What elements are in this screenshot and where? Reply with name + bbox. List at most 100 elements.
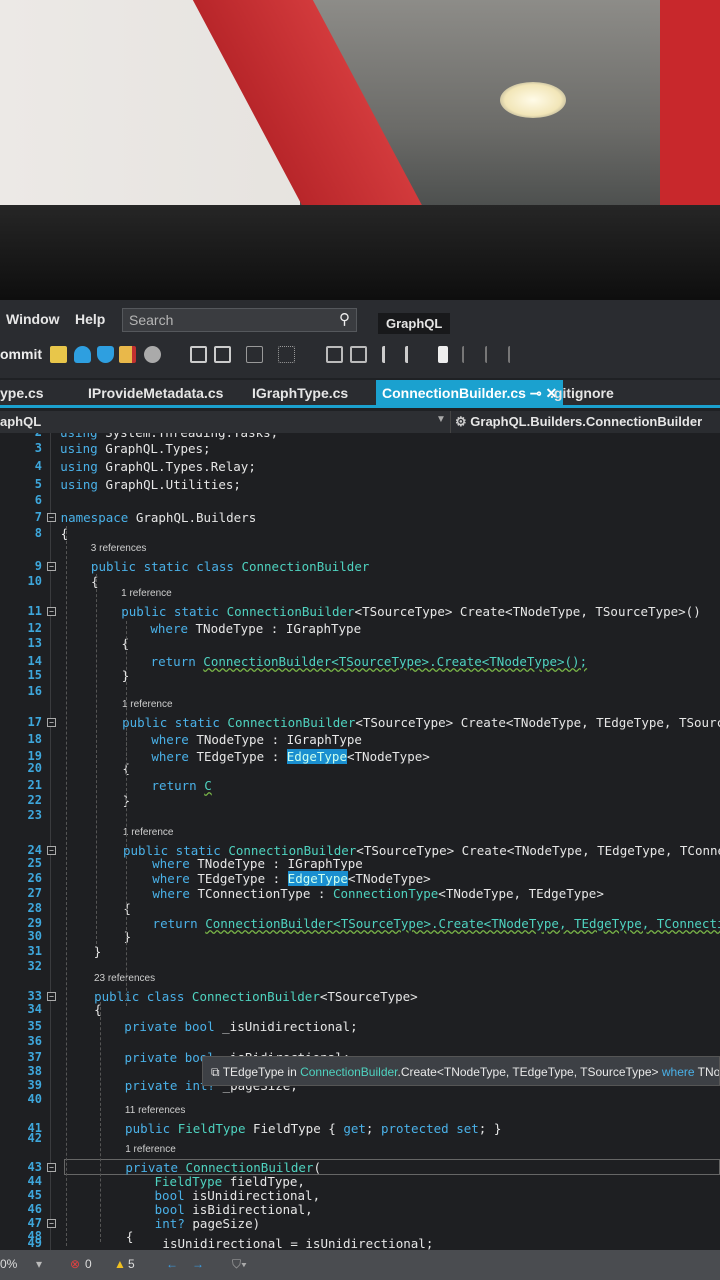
pull-icon[interactable] [74,346,91,363]
pin-icon[interactable]: ⊸ [530,385,542,401]
code-line[interactable]: { [61,526,69,541]
code-line[interactable]: private ConnectionBuilder( [125,1160,321,1175]
fold-toggle-icon[interactable]: − [47,718,56,727]
filter-icon[interactable]: ⛉▾ [232,1257,247,1272]
zoom-dropdown-icon[interactable]: ▾ [36,1257,42,1271]
clear-bookmarks-icon[interactable] [508,346,525,363]
tab-igraphtype[interactable]: IGraphType.cs [252,385,348,401]
next-bookmark-icon[interactable] [485,346,502,363]
codelens-references[interactable]: 1 reference [125,1144,176,1155]
codelens-references[interactable]: 1 reference [121,588,172,599]
fold-toggle-icon[interactable]: − [47,846,56,855]
code-line[interactable]: using System.Threading.Tasks; [60,433,278,440]
code-line[interactable]: return ConnectionBuilder<TSourceType>.Cr… [153,916,720,931]
bookmark-icon[interactable] [438,346,448,363]
code-line[interactable]: public class ConnectionBuilder<TSourceTy… [94,989,418,1004]
code-editor[interactable]: 2 using System.Threading.Tasks; 3 using Gra… [0,433,720,1250]
folder-icon[interactable] [50,346,67,363]
code-line[interactable]: } [94,944,102,959]
code-line[interactable]: where TNodeType : IGraphType [151,732,362,747]
push-icon[interactable] [97,346,114,363]
code-token-kw: where [151,749,197,764]
fold-toggle-icon[interactable]: − [47,562,56,571]
code-line[interactable]: where TNodeType : IGraphType [152,856,363,871]
code-line[interactable]: where TEdgeType : EdgeType<TNodeType> [152,871,431,886]
indent-icon[interactable] [382,346,399,363]
code-line[interactable]: where TEdgeType : EdgeType<TNodeType> [151,749,430,764]
grid-icon[interactable] [278,346,295,363]
menu-window[interactable]: Window [6,311,60,327]
fold-toggle-icon[interactable]: − [47,1219,56,1228]
error-icon[interactable]: ⊗ [70,1257,80,1271]
line-number: 7 [34,510,42,524]
project-dropdown[interactable]: aphQL [0,414,41,429]
code-line[interactable]: using GraphQL.Types.Relay; [60,459,256,474]
type-parameter-icon: ⧉ [211,1065,220,1079]
code-line[interactable]: return ConnectionBuilder<TSourceType>.Cr… [151,654,588,669]
code-line[interactable]: bool isUnidirectional, [155,1188,321,1203]
code-line[interactable]: int? pageSize) [155,1216,260,1231]
fold-toggle-icon[interactable]: − [47,607,56,616]
code-token-kw: public static class [90,559,242,574]
chevron-down-icon[interactable]: ▼ [436,414,446,425]
code-token-tx: ; [365,1121,381,1136]
code-token-kw: public [125,1121,178,1136]
code-line[interactable]: public static ConnectionBuilder<TSourceT… [122,715,720,730]
codelens-references[interactable]: 1 reference [123,827,174,838]
code-line[interactable]: _isUnidirectional = isUnidirectional; [155,1236,433,1250]
prev-bookmark-icon[interactable] [462,346,479,363]
commit-button[interactable]: ommit [0,346,42,362]
code-line[interactable]: return C [152,778,212,793]
comment-icon[interactable] [326,346,343,363]
fold-toggle-icon[interactable]: − [47,513,56,522]
code-line[interactable]: private bool _isUnidirectional; [124,1019,357,1034]
tab-iprovidemetadata[interactable]: IProvideMetadata.cs [88,385,223,401]
uncomment-icon[interactable] [350,346,367,363]
stash-icon[interactable] [119,346,136,363]
fold-toggle-icon[interactable]: − [47,992,56,1001]
code-line[interactable]: FieldType fieldType, [154,1174,305,1189]
code-line[interactable]: where TNodeType : IGraphType [150,621,361,636]
code-line[interactable]: namespace GraphQL.Builders [61,510,257,525]
code-line[interactable]: where TConnectionType : ConnectionType<T… [152,886,604,901]
code-line[interactable]: { [123,901,131,916]
code-line[interactable]: { [91,574,99,589]
code-token-kw: where [151,732,197,747]
code-line[interactable]: public static ConnectionBuilder<TSourceT… [121,604,700,619]
error-count[interactable]: 0 [85,1257,92,1271]
download-icon[interactable] [190,346,207,363]
tab-connectionbuilder[interactable]: ConnectionBuilder.cs ⊸ ✕ [376,380,564,408]
indent-guide [66,526,67,1246]
codelens-references[interactable]: 3 references [91,543,147,554]
back-arrow-icon[interactable]: ← [166,1257,178,1271]
menu-help[interactable]: Help [75,311,105,327]
code-line[interactable]: { [126,1229,134,1244]
search-icon[interactable]: ⚲ [339,310,350,328]
download-all-icon[interactable] [214,346,231,363]
codelens-references[interactable]: 11 references [125,1105,185,1116]
codelens-references[interactable]: 23 references [94,973,155,984]
tab-type-cs[interactable]: ype.cs [0,385,44,401]
code-token-ty: ConnectionType [332,886,439,901]
code-line[interactable]: } [124,929,132,944]
settings-icon[interactable] [144,346,161,363]
zoom-level[interactable]: 0% [0,1257,17,1271]
tab-gitignore[interactable]: .gitignore [550,385,614,401]
code-line[interactable]: public static class ConnectionBuilder [91,559,369,574]
warning-count[interactable]: 5 [128,1257,135,1271]
type-dropdown[interactable]: ⚙ GraphQL.Builders.ConnectionBuilder [450,411,720,433]
codelens-references[interactable]: 1 reference [122,699,173,710]
line-number: 33 [27,989,42,1003]
fold-toggle-icon[interactable]: − [47,1163,56,1172]
code-line[interactable]: public FieldType FieldType { get; protec… [125,1121,501,1136]
code-line[interactable]: using GraphQL.Types; [60,441,211,456]
search-input[interactable]: Search ⚲ [122,308,357,332]
code-line[interactable]: bool isBidirectional, [155,1202,313,1217]
code-token-ty: FieldType [177,1121,253,1136]
forward-arrow-icon[interactable]: → [192,1257,204,1271]
warning-icon[interactable]: ▲ [114,1257,126,1271]
code-token-tx: { [60,526,69,541]
outdent-icon[interactable] [405,346,422,363]
new-item-icon[interactable] [246,346,263,363]
code-line[interactable]: using GraphQL.Utilities; [60,477,241,492]
